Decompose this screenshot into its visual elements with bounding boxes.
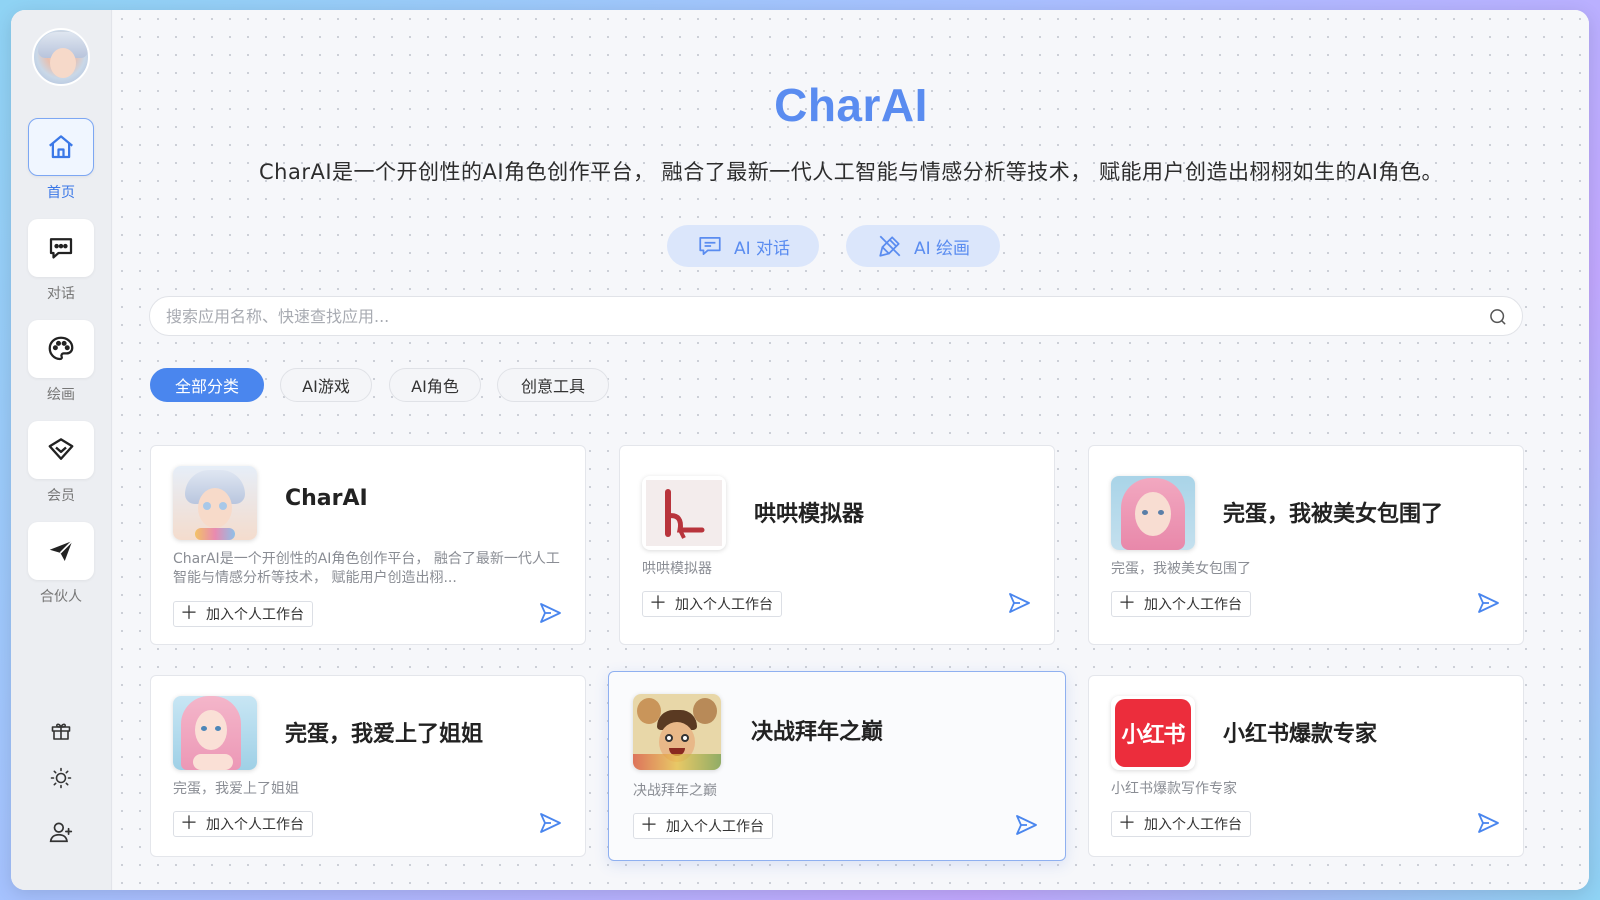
- main-content: CharAI CharAI是一个开创性的AI角色创作平台， 融合了最新一代人工智…: [113, 10, 1589, 890]
- category-creative-tools[interactable]: 创意工具: [497, 368, 609, 402]
- add-to-workspace-label: 加入个人工作台: [206, 817, 304, 833]
- palette-icon: [48, 336, 74, 361]
- user-icon: [49, 822, 73, 843]
- app-title: 完蛋，我爱上了姐姐: [285, 722, 484, 747]
- sidebar-item-paint[interactable]: 绘画: [28, 320, 94, 404]
- play-icon[interactable]: [1475, 811, 1501, 835]
- sidebar-item-label: 绘画: [47, 387, 75, 403]
- chat-icon: [699, 237, 721, 255]
- plus-icon: ＋: [180, 603, 198, 624]
- sun-icon: [50, 767, 72, 789]
- add-to-workspace-button[interactable]: ＋ 加入个人工作台: [633, 813, 773, 839]
- search-input[interactable]: [166, 297, 1466, 335]
- sidebar: 首页 对话 绘画 会员 合伙人: [11, 10, 112, 890]
- chat-icon: [49, 238, 73, 259]
- ai-chat-button[interactable]: AI 对话: [667, 225, 819, 267]
- sidebar-item-label: 对话: [47, 286, 75, 302]
- app-window: 首页 对话 绘画 会员 合伙人 CharAI CharAI是一个开创性的AI角色…: [11, 10, 1589, 890]
- sidebar-item-partner[interactable]: 合伙人: [28, 522, 94, 606]
- plus-icon: ＋: [1118, 593, 1136, 614]
- app-title: 决战拜年之巅: [751, 720, 884, 745]
- home-icon: [49, 135, 73, 159]
- app-card-newyear[interactable]: 决战拜年之巅 决战拜年之巅 ＋ 加入个人工作台: [608, 671, 1066, 861]
- app-description: 完蛋，我被美女包围了: [1111, 561, 1251, 577]
- send-icon: [49, 540, 73, 561]
- app-title: 小红书爆款专家: [1223, 722, 1378, 747]
- plus-icon: ＋: [640, 815, 658, 836]
- ai-paint-label: AI 绘画: [913, 238, 971, 259]
- add-to-workspace-label: 加入个人工作台: [206, 607, 304, 623]
- category-ai-role[interactable]: AI角色: [389, 368, 481, 402]
- brush-icon: [879, 235, 901, 257]
- plus-icon: ＋: [649, 593, 667, 614]
- sidebar-item-chat[interactable]: 对话: [28, 219, 94, 303]
- play-icon[interactable]: [537, 811, 563, 835]
- plus-icon: ＋: [1118, 813, 1136, 834]
- add-to-workspace-label: 加入个人工作台: [1144, 817, 1242, 833]
- xiaohongshu-logo-text: 小红书: [1121, 723, 1185, 748]
- app-description: CharAI是一个开创性的AI角色创作平台， 融合了最新一代人工智能与情感分析等…: [173, 551, 560, 586]
- sidebar-item-label: 合伙人: [40, 589, 82, 605]
- app-card-honghong[interactable]: 哄哄模拟器 哄哄模拟器 ＋ 加入个人工作台: [619, 445, 1055, 645]
- play-icon[interactable]: [537, 601, 563, 625]
- app-description: 完蛋，我爱上了姐姐: [173, 781, 299, 797]
- app-description: 小红书爆款写作专家: [1111, 781, 1237, 797]
- app-thumbnail: [173, 466, 257, 540]
- add-to-workspace-label: 加入个人工作台: [666, 819, 764, 835]
- app-card-sister[interactable]: 完蛋，我爱上了姐姐 完蛋，我爱上了姐姐 ＋ 加入个人工作台: [150, 675, 586, 857]
- sidebar-item-home[interactable]: 首页: [28, 118, 94, 202]
- sidebar-item-label: 会员: [47, 488, 75, 504]
- play-icon[interactable]: [1013, 813, 1039, 837]
- diamond-icon: [48, 438, 74, 460]
- add-to-workspace-label: 加入个人工作台: [675, 597, 773, 613]
- add-to-workspace-button[interactable]: ＋ 加入个人工作台: [1111, 591, 1251, 617]
- search-icon[interactable]: [1488, 307, 1508, 331]
- app-thumbnail: [633, 694, 721, 770]
- theme-toggle[interactable]: [47, 764, 75, 792]
- add-to-workspace-button[interactable]: ＋ 加入个人工作台: [173, 811, 313, 837]
- play-icon[interactable]: [1006, 591, 1032, 615]
- category-ai-game[interactable]: AI游戏: [280, 368, 372, 402]
- search-bar: [149, 296, 1523, 336]
- app-title: CharAI: [285, 486, 368, 511]
- avatar[interactable]: [32, 28, 90, 86]
- ai-chat-label: AI 对话: [733, 238, 791, 259]
- add-to-workspace-button[interactable]: ＋ 加入个人工作台: [642, 591, 782, 617]
- add-to-workspace-label: 加入个人工作台: [1144, 597, 1242, 613]
- category-all[interactable]: 全部分类: [150, 368, 264, 402]
- add-to-workspace-button[interactable]: ＋ 加入个人工作台: [173, 601, 313, 627]
- play-icon[interactable]: [1475, 591, 1501, 615]
- add-to-workspace-button[interactable]: ＋ 加入个人工作台: [1111, 811, 1251, 837]
- app-thumbnail: [173, 696, 257, 770]
- plus-icon: ＋: [180, 813, 198, 834]
- app-thumbnail: [1111, 476, 1195, 550]
- app-card-charai[interactable]: CharAI CharAI是一个开创性的AI角色创作平台， 融合了最新一代人工智…: [150, 445, 586, 645]
- gift-icon: [51, 723, 71, 740]
- sidebar-item-label: 首页: [47, 185, 75, 201]
- app-description: 哄哄模拟器: [642, 561, 712, 577]
- page-subtitle: CharAI是一个开创性的AI角色创作平台， 融合了最新一代人工智能与情感分析等…: [259, 160, 1443, 184]
- sidebar-item-member[interactable]: 会员: [28, 421, 94, 505]
- gift-button[interactable]: [47, 717, 75, 745]
- app-title: 完蛋，我被美女包围了: [1223, 502, 1444, 527]
- app-description: 决战拜年之巅: [633, 783, 717, 799]
- app-card-xiaohongshu[interactable]: 小红书 小红书爆款专家 小红书爆款写作专家 ＋ 加入个人工作台: [1088, 675, 1524, 857]
- app-title: 哄哄模拟器: [754, 502, 865, 527]
- ai-paint-button[interactable]: AI 绘画: [846, 225, 1000, 267]
- app-thumbnail: 小红书: [1111, 696, 1195, 770]
- page-title: CharAI: [774, 79, 928, 131]
- app-thumbnail: [642, 476, 726, 550]
- user-button[interactable]: [47, 818, 75, 846]
- app-card-beauty[interactable]: 完蛋，我被美女包围了 完蛋，我被美女包围了 ＋ 加入个人工作台: [1088, 445, 1524, 645]
